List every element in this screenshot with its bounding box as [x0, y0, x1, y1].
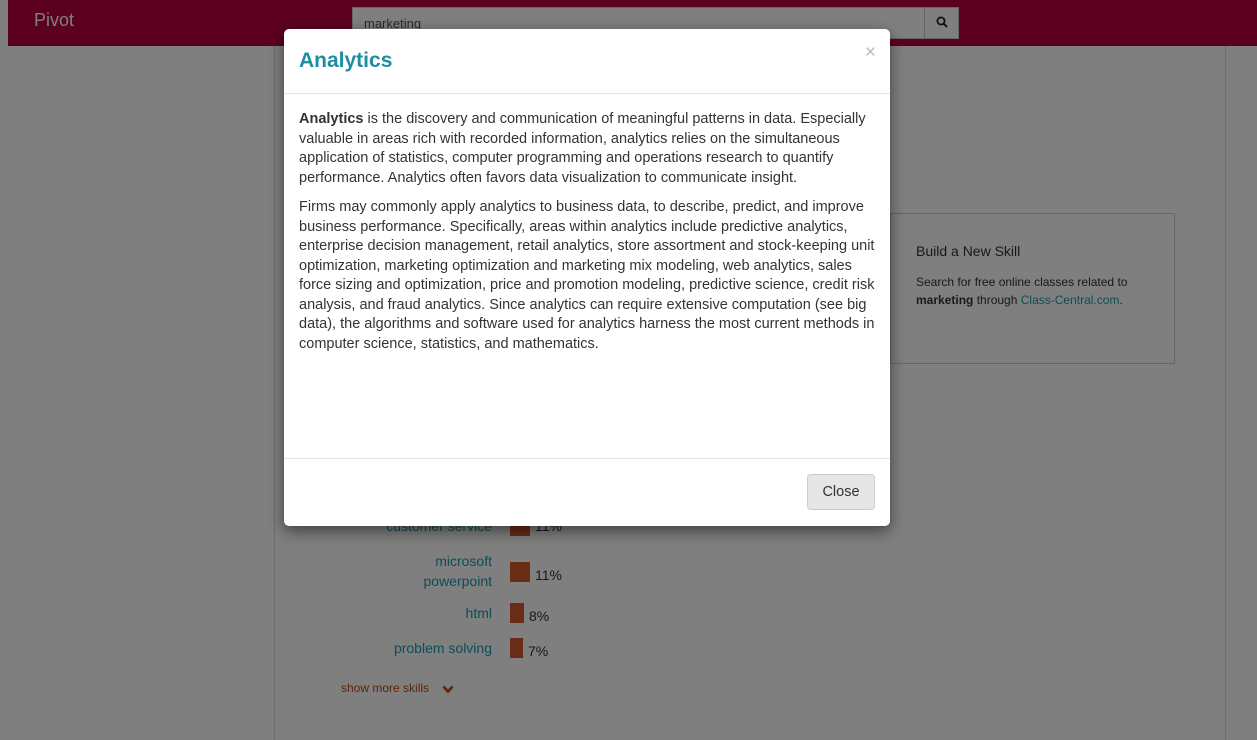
modal-footer: Close — [284, 459, 890, 525]
close-button[interactable]: Close — [807, 474, 875, 510]
modal-body: Analytics is the discovery and communica… — [284, 94, 890, 459]
modal-paragraph: Analytics is the discovery and communica… — [299, 111, 866, 186]
analytics-modal: Analytics × Analytics is the discovery a… — [284, 29, 890, 526]
modal-backdrop[interactable]: Analytics × Analytics is the discovery a… — [0, 0, 1257, 740]
close-icon[interactable]: × — [865, 43, 876, 62]
modal-paragraph: Firms may commonly apply analytics to bu… — [299, 199, 875, 352]
modal-title: Analytics — [299, 49, 393, 72]
term-bold: Analytics — [299, 111, 364, 127]
modal-header: Analytics × — [284, 29, 890, 94]
